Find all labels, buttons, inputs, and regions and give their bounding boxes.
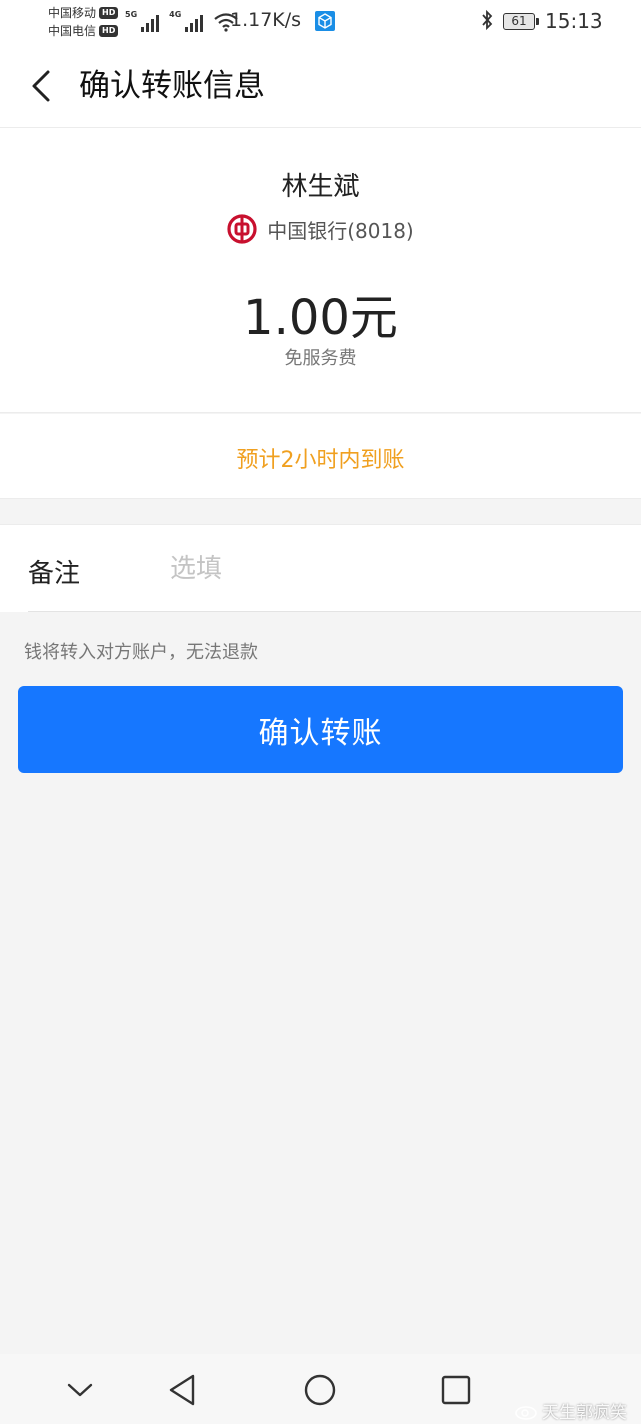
clock: 15:13: [545, 9, 603, 33]
carrier-1-label: 中国移动: [48, 6, 97, 20]
network-type-5g: 5G: [125, 10, 138, 19]
payee-name: 林生斌: [281, 172, 360, 202]
confirm-transfer-button[interactable]: 确认转账: [18, 686, 623, 773]
chevron-left-icon[interactable]: [26, 66, 56, 106]
carrier-2-label: 中国电信: [48, 24, 97, 38]
battery-indicator: 61: [503, 13, 539, 30]
title-bar: 确认转账信息: [0, 44, 641, 128]
no-refund-warning: 钱将转入对方账户，无法退款: [24, 642, 258, 663]
remark-label: 备注: [28, 559, 81, 589]
watermark-text: 天生郭疯笑: [542, 1403, 627, 1423]
hd-badge-2: HD: [99, 25, 119, 37]
hd-badge-1: HD: [99, 7, 119, 19]
eta-row: 预计2小时内到账: [0, 414, 641, 499]
carrier-info: 中国移动 HD 中国电信 HD: [48, 4, 119, 40]
remark-row: 备注: [0, 524, 641, 612]
bank-account: 中国银行(8018): [267, 218, 414, 243]
page-title: 确认转账信息: [79, 68, 265, 104]
remark-input[interactable]: [170, 545, 610, 593]
chevron-down-icon[interactable]: [60, 1370, 100, 1410]
triangle-back-icon[interactable]: [163, 1370, 203, 1410]
payee-card: 林生斌 中国银行(8018) 1.00元 免服务费: [0, 128, 641, 413]
network-speed: 1.17K/s: [230, 9, 302, 31]
bluetooth-icon: [480, 9, 494, 36]
fee-note: 免服务费: [284, 348, 357, 369]
eta-text: 预计2小时内到账: [236, 448, 405, 473]
transfer-amount: 1.00元: [243, 290, 398, 346]
circle-home-icon[interactable]: [300, 1370, 340, 1410]
bank-of-china-logo-icon: [227, 214, 257, 244]
bank-row: 中国银行(8018): [0, 214, 641, 244]
square-recents-icon[interactable]: [436, 1370, 476, 1410]
signal-indicators: 5G 4G: [125, 10, 239, 32]
network-type-4g: 4G: [169, 10, 182, 19]
signal-1-icon: [141, 14, 160, 32]
app-notification-icon: [315, 11, 335, 31]
weibo-logo-icon: [515, 1405, 537, 1420]
status-bar: 中国移动 HD 中国电信 HD 5G 4G 1.17K/s 61 15:13: [0, 0, 641, 44]
remark-divider: [28, 611, 641, 612]
watermark: 天生郭疯笑: [514, 1398, 627, 1423]
signal-2-icon: [185, 14, 204, 32]
